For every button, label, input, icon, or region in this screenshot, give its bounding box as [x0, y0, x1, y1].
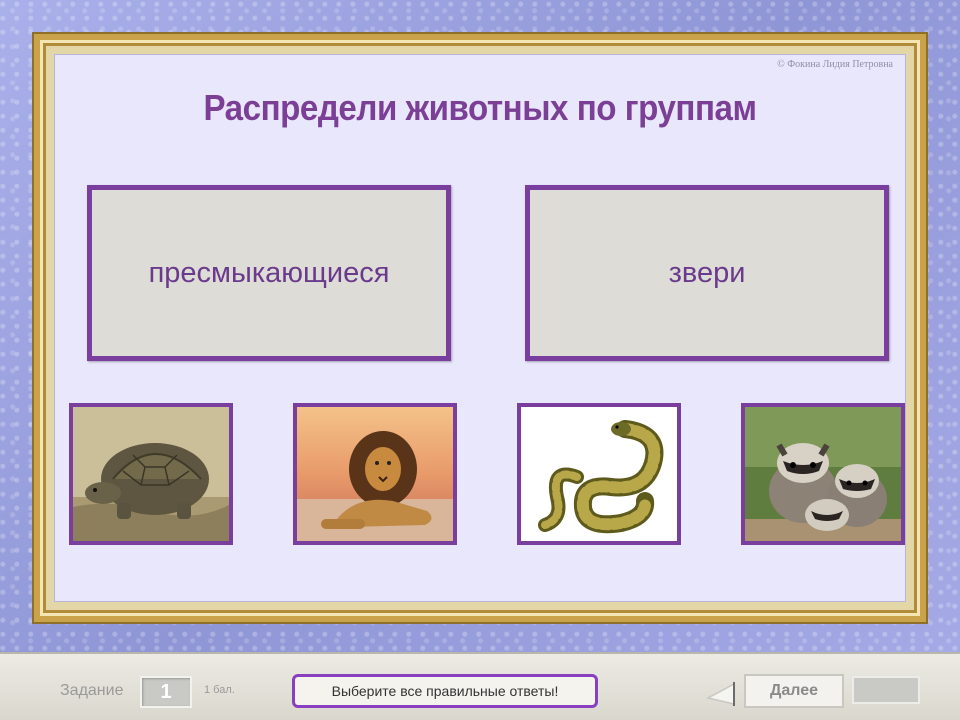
copyright-text: © Фокина Лидия Петровна	[777, 59, 893, 70]
snake-image	[521, 407, 677, 541]
task-number-badge: 1	[140, 676, 192, 708]
animal-card-raccoons[interactable]	[741, 403, 905, 545]
back-arrow-icon[interactable]	[705, 678, 736, 706]
page-title: Распредели животных по группам	[203, 87, 757, 128]
bottom-toolbar: Задание 1 1 бал. Выберите все правильные…	[0, 652, 960, 720]
animal-card-tortoise[interactable]	[69, 403, 233, 545]
instruction-box: Выберите все правильные ответы!	[292, 674, 598, 708]
slide-board: © Фокина Лидия Петровна Распредели живот…	[54, 54, 906, 602]
tortoise-image	[73, 407, 229, 541]
animal-card-lion[interactable]	[293, 403, 457, 545]
drop-target-mammals[interactable]: звери	[525, 185, 889, 361]
instruction-text: Выберите все правильные ответы!	[331, 683, 559, 699]
score-label: 1 бал.	[204, 684, 235, 696]
task-label: Задание	[60, 682, 124, 699]
gold-frame: © Фокина Лидия Петровна Распредели живот…	[34, 34, 926, 622]
group-label-reptiles: пресмыкающиеся	[148, 256, 390, 289]
menu-button[interactable]	[852, 676, 920, 704]
group-label-mammals: звери	[668, 256, 746, 289]
next-button-label: Далее	[769, 682, 819, 699]
raccoons-image	[745, 407, 901, 541]
animal-card-snake[interactable]	[517, 403, 681, 545]
drop-target-reptiles[interactable]: пресмыкающиеся	[87, 185, 451, 361]
next-button[interactable]: Далее	[744, 674, 844, 708]
lion-image	[297, 407, 453, 541]
